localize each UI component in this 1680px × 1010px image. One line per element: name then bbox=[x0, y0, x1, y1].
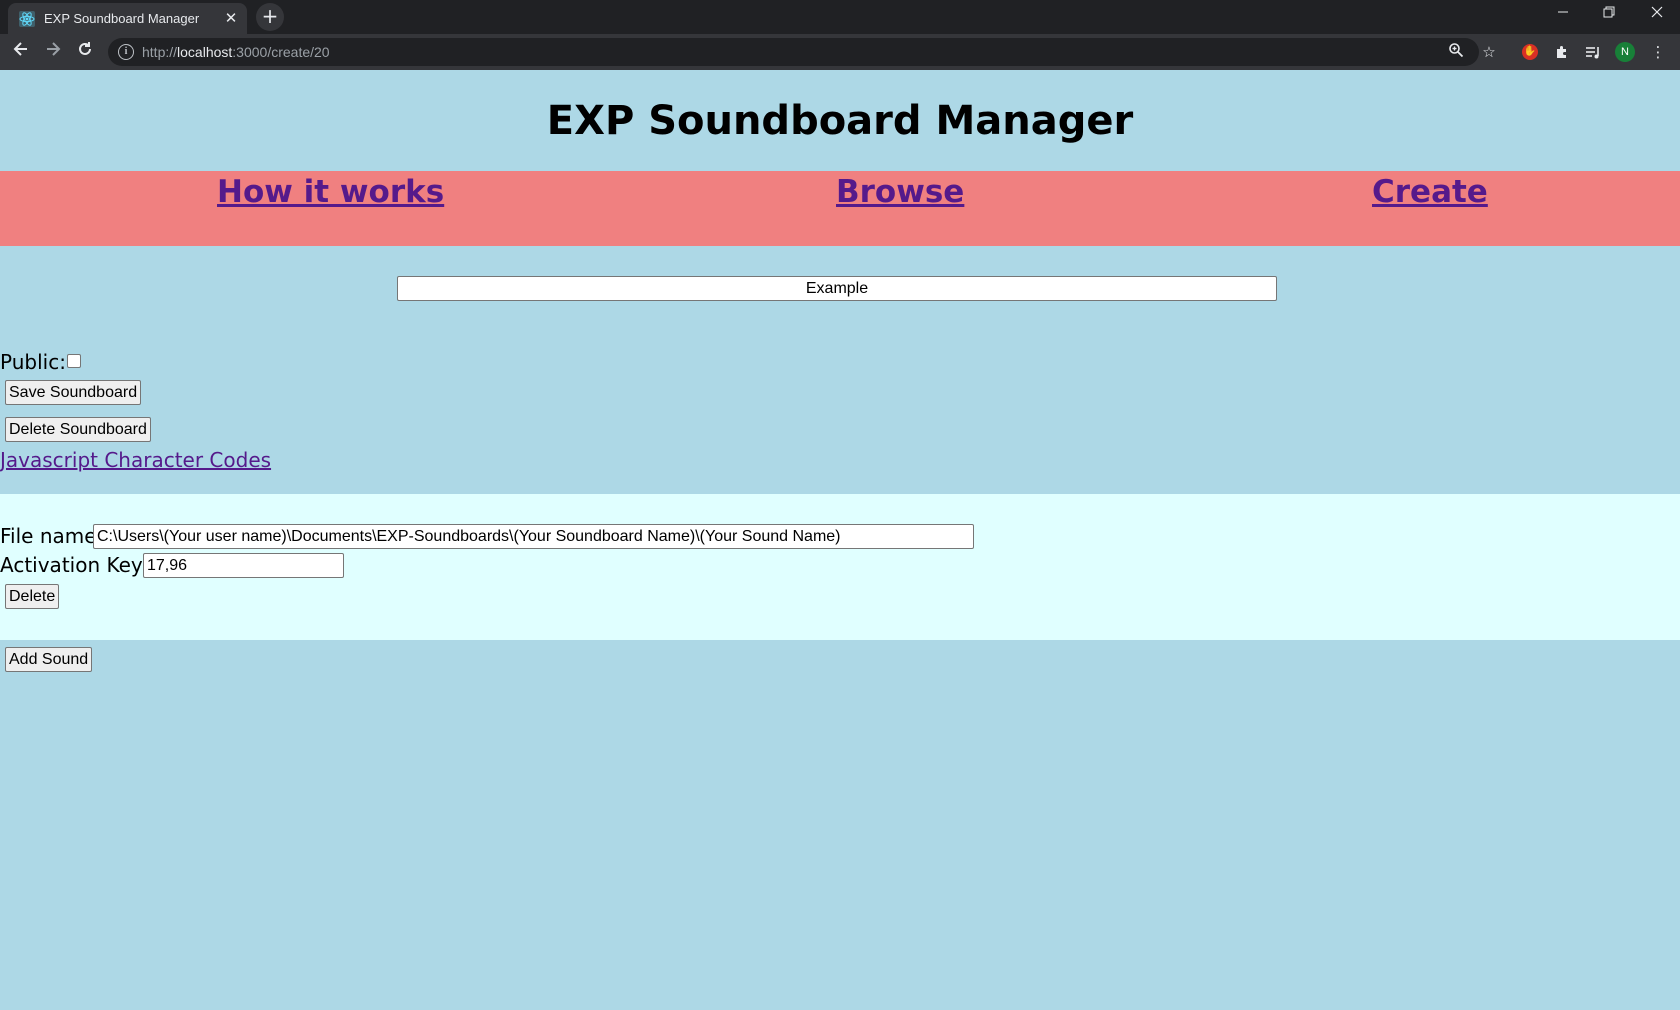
soundboard-name-input[interactable] bbox=[397, 276, 1277, 301]
browser-tab[interactable]: EXP Soundboard Manager ✕ bbox=[8, 3, 247, 34]
puzzle-extensions-icon[interactable] bbox=[1552, 42, 1572, 62]
sound-item: File name: C:\Users\(Your user name)\Doc… bbox=[0, 494, 1680, 640]
new-tab-icon[interactable]: + bbox=[256, 3, 284, 31]
browser-toolbar: i http://localhost:3000/create/20 ☆ ✋ N … bbox=[0, 34, 1680, 70]
profile-avatar[interactable]: N bbox=[1615, 42, 1635, 62]
close-tab-icon[interactable]: ✕ bbox=[223, 10, 239, 26]
activation-keys-label: Activation Keys: bbox=[0, 553, 160, 577]
media-queue-icon[interactable] bbox=[1583, 42, 1603, 62]
main-nav: How it works Browse Create bbox=[0, 171, 1680, 246]
adblock-extension-icon[interactable]: ✋ bbox=[1522, 44, 1538, 60]
nav-link-browse[interactable]: Browse bbox=[836, 174, 964, 210]
tab-title: EXP Soundboard Manager bbox=[44, 11, 200, 26]
add-sound-button[interactable]: Add Sound bbox=[5, 647, 93, 672]
window-close-icon[interactable] bbox=[1634, 0, 1680, 30]
page-title: EXP Soundboard Manager bbox=[546, 98, 1134, 144]
public-label: Public: bbox=[0, 350, 66, 374]
public-row: Public: bbox=[0, 350, 81, 374]
star-icon[interactable]: ☆ bbox=[1479, 42, 1499, 62]
back-arrow-icon[interactable] bbox=[7, 38, 35, 66]
site-info-icon[interactable]: i bbox=[118, 44, 134, 60]
zoom-icon[interactable] bbox=[1446, 42, 1466, 62]
public-checkbox[interactable] bbox=[66, 354, 81, 368]
javascript-character-codes-link[interactable]: Javascript Character Codes bbox=[0, 448, 271, 472]
minimize-icon[interactable] bbox=[1540, 0, 1586, 30]
reload-icon[interactable] bbox=[71, 38, 99, 66]
restore-icon[interactable] bbox=[1586, 0, 1632, 30]
file-name-input[interactable]: C:\Users\(Your user name)\Documents\EXP-… bbox=[93, 524, 974, 549]
react-favicon-icon bbox=[19, 11, 35, 27]
address-bar[interactable]: i http://localhost:3000/create/20 bbox=[108, 38, 1479, 66]
delete-soundboard-button[interactable]: Delete Soundboard bbox=[5, 417, 151, 442]
delete-sound-button[interactable]: Delete bbox=[5, 584, 60, 609]
url-text: http://localhost:3000/create/20 bbox=[142, 44, 330, 60]
kebab-menu-icon[interactable]: ⋮ bbox=[1648, 42, 1668, 62]
nav-link-how-it-works[interactable]: How it works bbox=[217, 174, 444, 210]
nav-link-create[interactable]: Create bbox=[1372, 174, 1488, 210]
page-content: EXP Soundboard Manager How it works Brow… bbox=[0, 70, 1680, 1010]
file-name-label: File name: bbox=[0, 524, 104, 548]
save-soundboard-button[interactable]: Save Soundboard bbox=[5, 380, 142, 405]
activation-keys-input[interactable]: 17,96 bbox=[143, 553, 344, 578]
browser-tabstrip: EXP Soundboard Manager ✕ + bbox=[0, 0, 1680, 34]
forward-arrow-icon[interactable] bbox=[39, 38, 67, 66]
